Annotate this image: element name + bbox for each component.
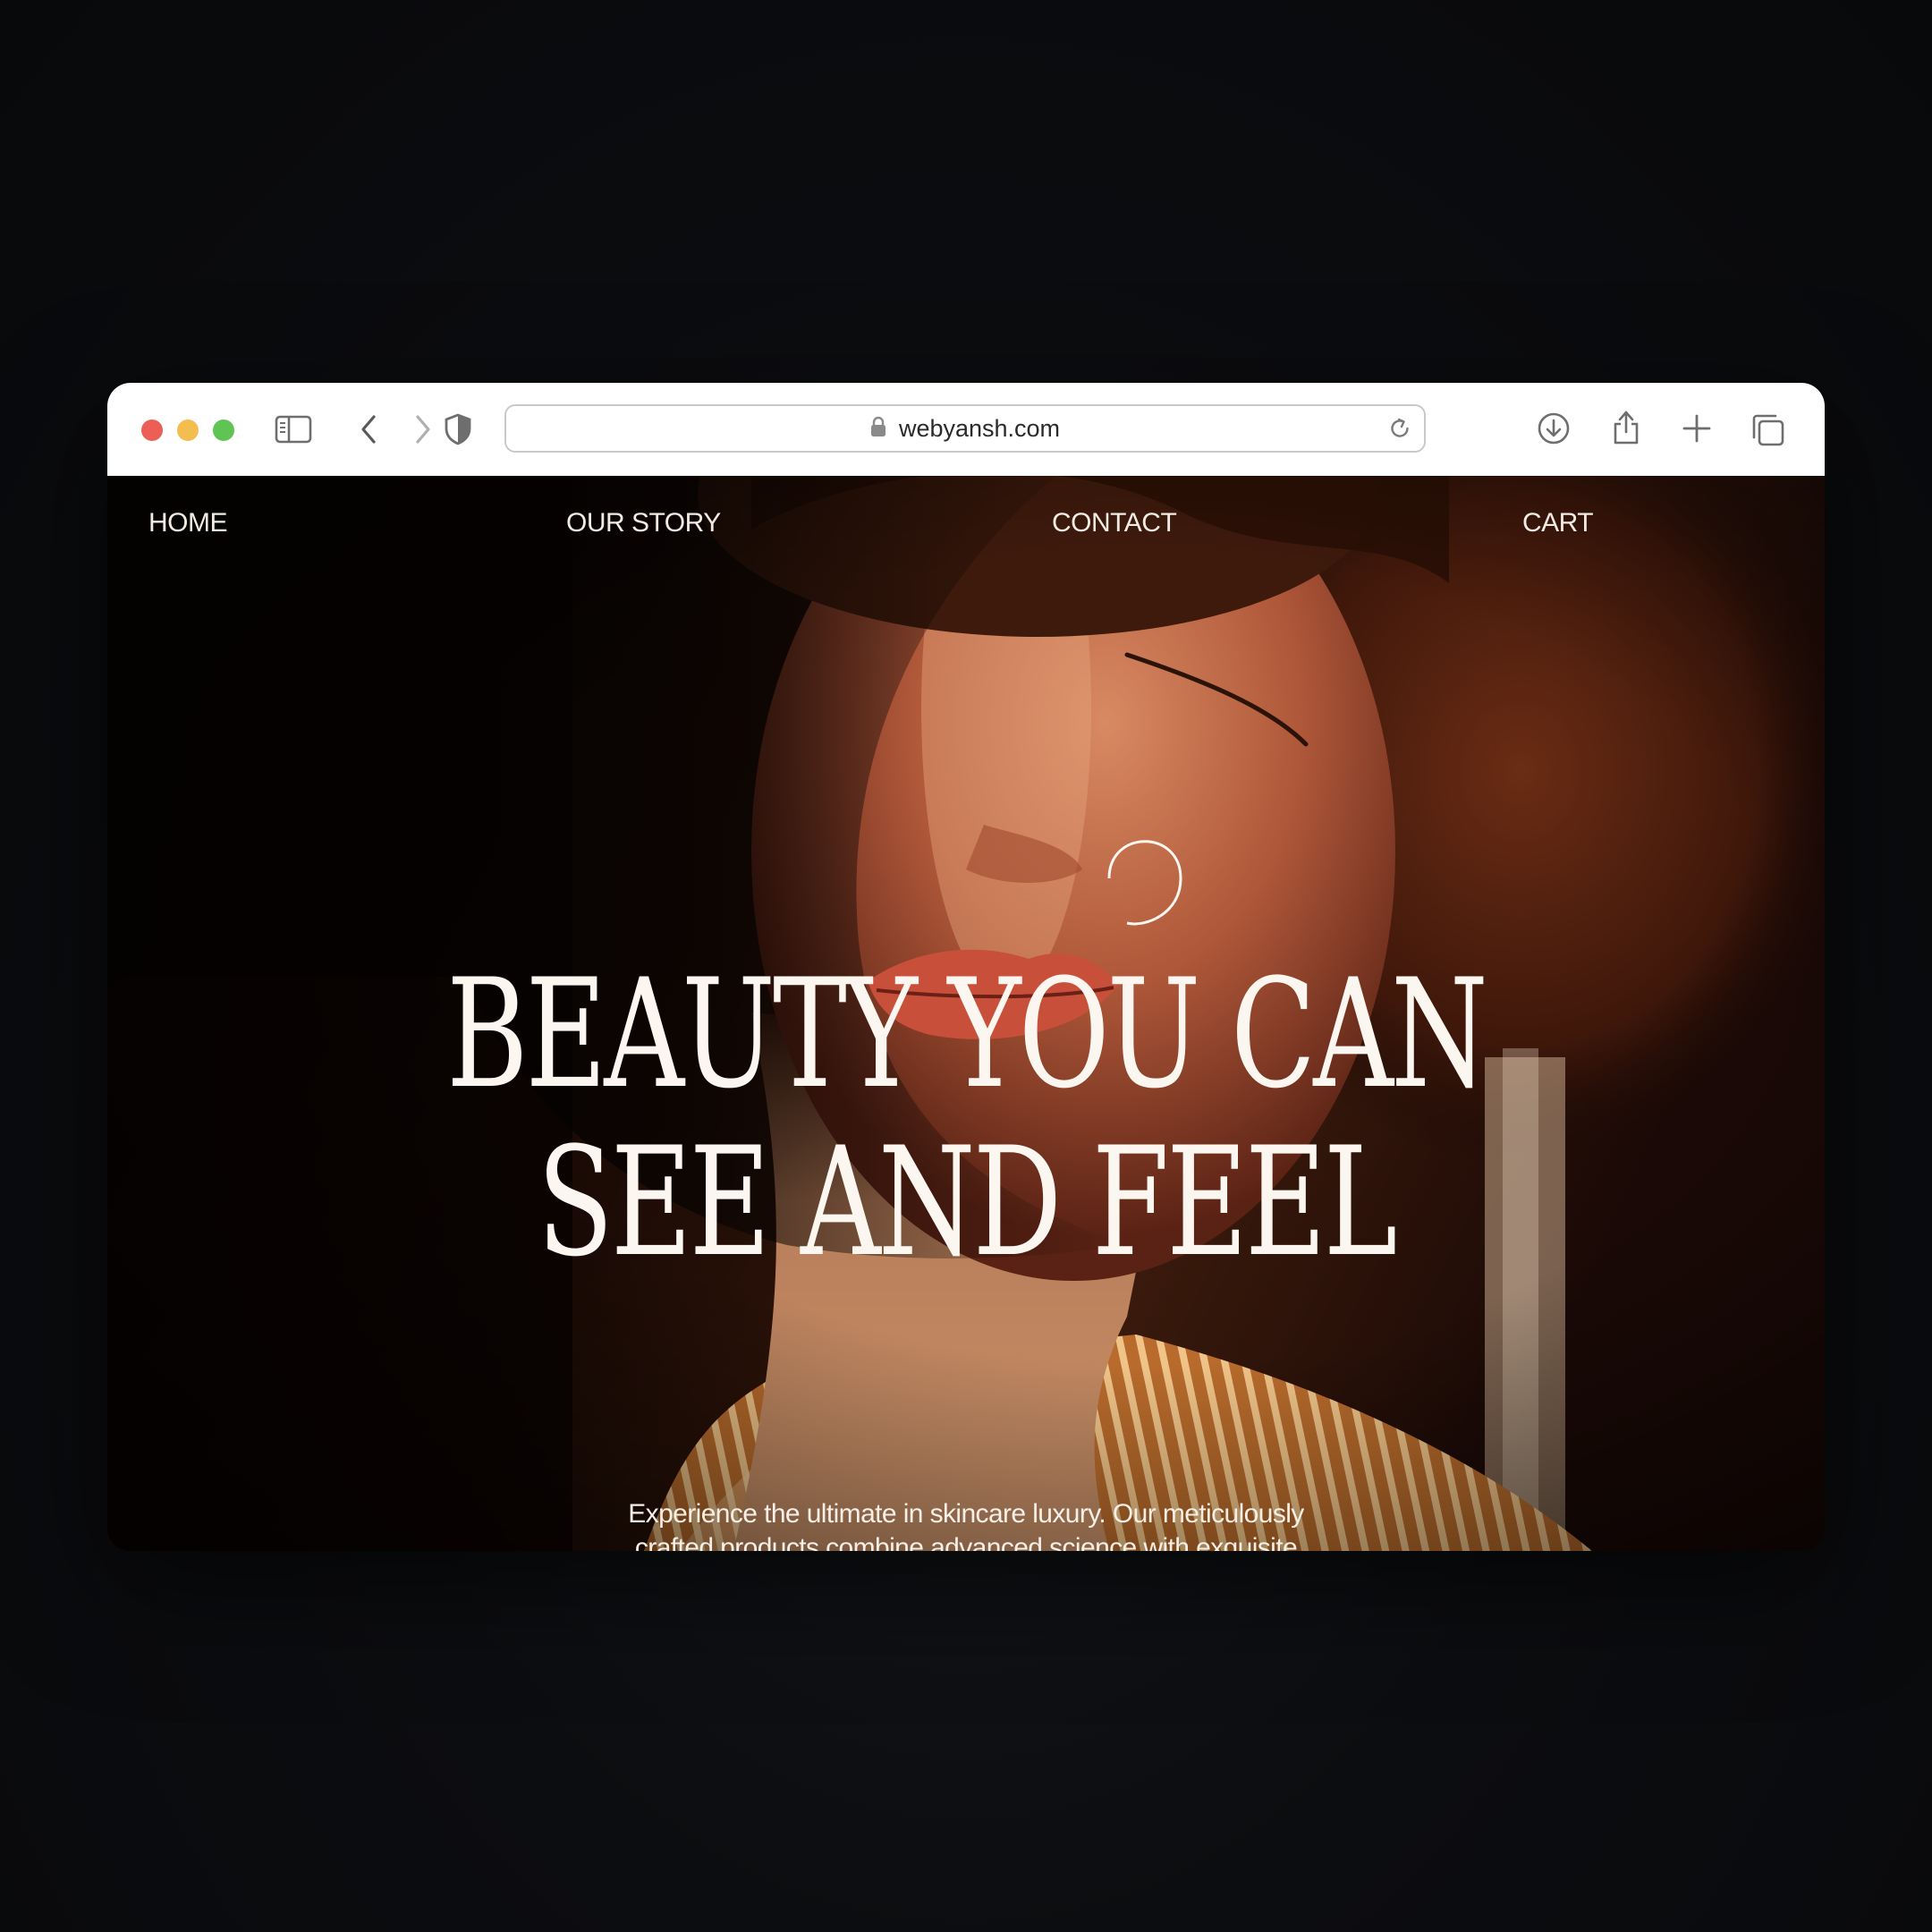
- privacy-shield-icon[interactable]: [444, 413, 472, 445]
- nav-contact[interactable]: CONTACT: [1052, 508, 1177, 538]
- nav-home[interactable]: HOME: [148, 508, 228, 538]
- hero-headline-line-1: BEAUTY YOU CAN: [446, 946, 1488, 1122]
- download-icon[interactable]: [1537, 411, 1571, 445]
- new-tab-icon[interactable]: [1682, 413, 1712, 444]
- tabs-overview-icon[interactable]: [1750, 411, 1785, 447]
- reload-icon[interactable]: [1388, 417, 1411, 445]
- forward-icon[interactable]: [412, 413, 434, 445]
- hero-headline-line-2: SEE AND FEEL: [537, 1114, 1398, 1290]
- lock-icon: [870, 416, 886, 442]
- browser-toolbar: webyansh.com: [107, 383, 1825, 477]
- address-bar[interactable]: webyansh.com: [504, 404, 1426, 453]
- url-text: webyansh.com: [898, 414, 1061, 442]
- hero-description: Experience the ultimate in skincare luxu…: [628, 1499, 1304, 1551]
- sidebar-icon[interactable]: [275, 415, 312, 444]
- share-icon[interactable]: [1610, 408, 1642, 445]
- web-page: HOME OUR STORY CONTACT CART BEAUTY YOU C…: [107, 476, 1825, 1551]
- back-icon[interactable]: [358, 413, 379, 445]
- nav-our-story[interactable]: OUR STORY: [566, 508, 721, 538]
- nav-cart[interactable]: CART: [1522, 508, 1594, 538]
- close-window-button[interactable]: [141, 419, 163, 441]
- minimize-window-button[interactable]: [177, 419, 199, 441]
- zoom-window-button[interactable]: [213, 419, 234, 441]
- browser-window: webyansh.com HOME OUR STORY CONTACT CART…: [107, 383, 1825, 1551]
